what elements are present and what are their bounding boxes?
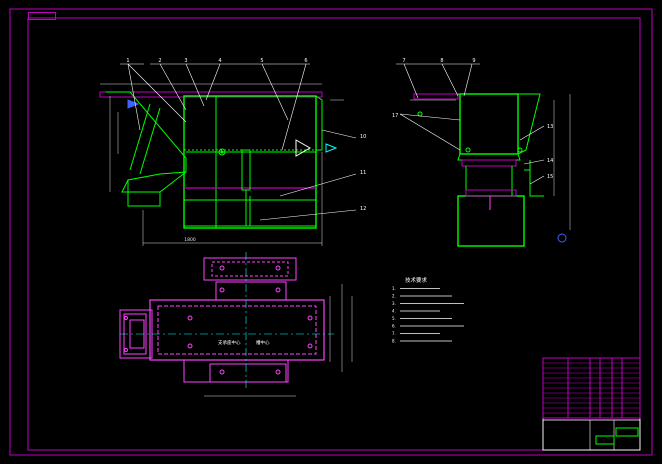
annotation-labels: 1 2 3 4 5 610111218007 8 913141517支承座中心 槽中心技术要求1… [126, 58, 553, 346]
side-view [396, 63, 571, 247]
plan-view-label-right: 槽中心 [256, 339, 270, 346]
side-view-side-balloon: 14 [547, 158, 553, 164]
plan-view [119, 252, 353, 397]
front-view-width-dimension: 1800 [184, 237, 196, 243]
side-view-side-balloon: 15 [547, 174, 553, 180]
side-view-left-balloon: 17 [392, 113, 398, 119]
title-block [542, 357, 641, 451]
side-view-balloon: 7 [402, 58, 405, 64]
tech-requirement-item: 7. [392, 331, 396, 336]
front-view-balloon: 2 [158, 58, 161, 64]
front-view-balloon: 6 [304, 58, 307, 64]
front-view-side-balloon: 12 [360, 206, 366, 212]
side-view-balloon: 8 [440, 58, 443, 64]
side-view-balloon: 9 [472, 58, 475, 64]
cad-drawing: 1 2 3 4 5 610111218007 8 913141517支承座中心 槽中心技术要求1… [9, 8, 653, 456]
front-view-balloon: 5 [260, 58, 263, 64]
front-view-side-balloon: 10 [360, 134, 366, 140]
tech-requirement-item: 2. [392, 294, 396, 299]
front-view [99, 63, 357, 246]
side-view-side-balloon: 13 [547, 124, 553, 130]
tech-requirement-item: 8. [392, 339, 396, 344]
tech-requirement-item: 6. [392, 324, 396, 329]
front-view-balloon: 3 [184, 58, 187, 64]
tech-requirement-item: 1. [392, 286, 396, 291]
section-marker [557, 233, 567, 243]
plan-view-label-left: 支承座中心 [218, 339, 241, 346]
tech-requirement-item: 3. [392, 301, 396, 306]
front-view-balloon: 4 [218, 58, 221, 64]
front-view-side-balloon: 11 [360, 170, 366, 176]
tech-requirement-item: 5. [392, 316, 396, 321]
inner-frame [27, 17, 641, 451]
front-view-balloon: 1 [126, 58, 129, 64]
tech-requirement-item: 4. [392, 309, 396, 314]
title-block-rows [543, 362, 640, 414]
tech-requirements-title: 技术要求 [405, 276, 428, 284]
